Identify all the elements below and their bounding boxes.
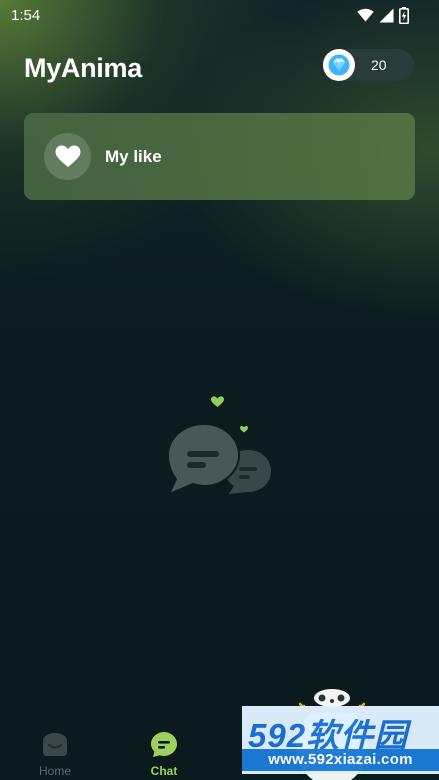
my-like-label: My like xyxy=(105,147,162,166)
gem-icon-container xyxy=(323,49,355,81)
nav-label-chat: Chat xyxy=(150,764,178,778)
app-title: MyAnima xyxy=(24,53,142,83)
watermark-logo: 592软件园 www.592xiazai.com xyxy=(242,706,439,774)
chat-bubbles-hearts-icon xyxy=(166,396,271,496)
status-icons xyxy=(357,6,409,24)
nav-item-chat[interactable]: Chat xyxy=(124,730,204,778)
status-bar: 1:54 xyxy=(0,0,439,30)
watermark-url: www.592xiazai.com xyxy=(242,749,439,771)
status-time: 1:54 xyxy=(11,7,41,24)
wifi-icon xyxy=(357,8,374,22)
nav-label-home: Home xyxy=(38,764,71,778)
battery-charging-icon xyxy=(399,6,409,24)
home-icon xyxy=(43,733,67,756)
heart-icon xyxy=(55,145,80,167)
diamond-icon xyxy=(328,54,350,76)
gem-count: 20 xyxy=(371,57,387,73)
gem-balance-button[interactable]: 20 xyxy=(322,49,414,81)
like-icon-container xyxy=(44,133,91,180)
nav-item-home[interactable]: Home xyxy=(15,730,95,778)
chat-icon xyxy=(151,732,177,757)
my-like-card[interactable]: My like xyxy=(24,113,415,200)
cellular-signal-icon xyxy=(379,8,394,22)
